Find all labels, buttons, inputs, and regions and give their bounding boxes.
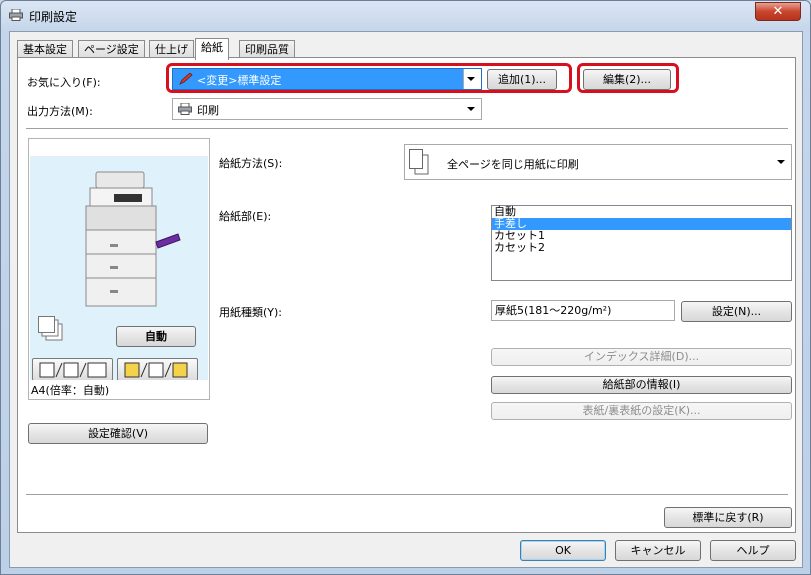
paper-stack-icon bbox=[38, 316, 63, 341]
list-item[interactable]: 自動 bbox=[492, 206, 791, 218]
cover-settings-button[interactable]: 表紙/裏表紙の設定(K)... bbox=[491, 402, 792, 420]
output-method-label: 出力方法(M): bbox=[27, 105, 93, 118]
preview-background: 自動 bbox=[30, 156, 208, 396]
divider bbox=[26, 494, 788, 495]
paper-source-panel: お気に入り(F): <変更>標準設定 追加(1)... 編集(2)... 出力方… bbox=[17, 57, 796, 533]
paper-type-label: 用紙種類(Y): bbox=[219, 306, 283, 319]
pencil-icon bbox=[179, 73, 193, 85]
paper-source-mode-value: 全ページを同じ用紙に印刷 bbox=[447, 158, 579, 171]
color-mode-icon bbox=[124, 362, 188, 378]
ok-button[interactable]: OK bbox=[520, 540, 606, 561]
output-method-dropdown[interactable]: 印刷 bbox=[172, 98, 482, 120]
edit-favorite-button[interactable]: 編集(2)... bbox=[583, 69, 671, 90]
title-bar[interactable]: 印刷設定 ✕ bbox=[1, 1, 810, 29]
paper-type-field[interactable]: 厚紙5(181～220g/m²) bbox=[491, 300, 675, 321]
chevron-down-icon bbox=[777, 160, 785, 164]
output-method-value: 印刷 bbox=[197, 104, 219, 117]
confirm-settings-button[interactable]: 設定確認(V) bbox=[28, 423, 208, 444]
index-detail-button[interactable]: インデックス詳細(D)... bbox=[491, 348, 792, 366]
printer-icon bbox=[9, 9, 23, 21]
auto-button[interactable]: 自動 bbox=[116, 326, 196, 347]
print-settings-window: 印刷設定 ✕ 基本設定 ページ設定 仕上げ 給紙 印刷品質 お気に入り(F): … bbox=[0, 0, 811, 575]
cancel-button[interactable]: キャンセル bbox=[615, 540, 701, 561]
tab-paper-source[interactable]: 給紙 bbox=[195, 38, 229, 60]
favorites-label: お気に入り(F): bbox=[27, 76, 101, 89]
color-mode-button[interactable] bbox=[117, 358, 198, 381]
pages-icon bbox=[409, 149, 429, 175]
list-item[interactable]: カセット2 bbox=[492, 242, 791, 254]
dialog-client: 基本設定 ページ設定 仕上げ 給紙 印刷品質 お気に入り(F): <変更>標準設… bbox=[9, 31, 803, 568]
paper-source-mode-label: 給紙方法(S): bbox=[219, 157, 283, 170]
chevron-down-icon bbox=[467, 77, 475, 81]
paper-source-mode-dropdown[interactable]: 全ページを同じ用紙に印刷 bbox=[404, 144, 792, 180]
window-title: 印刷設定 bbox=[29, 10, 78, 24]
close-button[interactable]: ✕ bbox=[755, 2, 801, 21]
booklet-icon bbox=[39, 362, 107, 378]
paper-source-list[interactable]: 自動 手差し カセット1 カセット2 bbox=[491, 205, 792, 281]
paper-type-settings-button[interactable]: 設定(N)... bbox=[681, 301, 792, 322]
printer-device-icon bbox=[85, 171, 181, 307]
duplex-book-button[interactable] bbox=[32, 358, 113, 381]
printer-icon bbox=[178, 103, 192, 115]
preview-status: A4(倍率：自動) bbox=[31, 384, 110, 397]
add-favorite-button[interactable]: 追加(1)... bbox=[487, 69, 557, 90]
printer-preview: 自動 A4(倍率：自動) bbox=[28, 138, 210, 400]
restore-defaults-button[interactable]: 標準に戻す(R) bbox=[664, 507, 792, 528]
divider bbox=[26, 128, 788, 129]
paper-source-label: 給紙部(E): bbox=[219, 210, 272, 223]
chevron-down-icon bbox=[467, 107, 475, 111]
favorites-value: <変更>標準設定 bbox=[197, 74, 282, 87]
source-info-button[interactable]: 給紙部の情報(I) bbox=[491, 376, 792, 394]
favorites-dropdown[interactable]: <変更>標準設定 bbox=[172, 68, 482, 90]
help-button[interactable]: ヘルプ bbox=[710, 540, 796, 561]
